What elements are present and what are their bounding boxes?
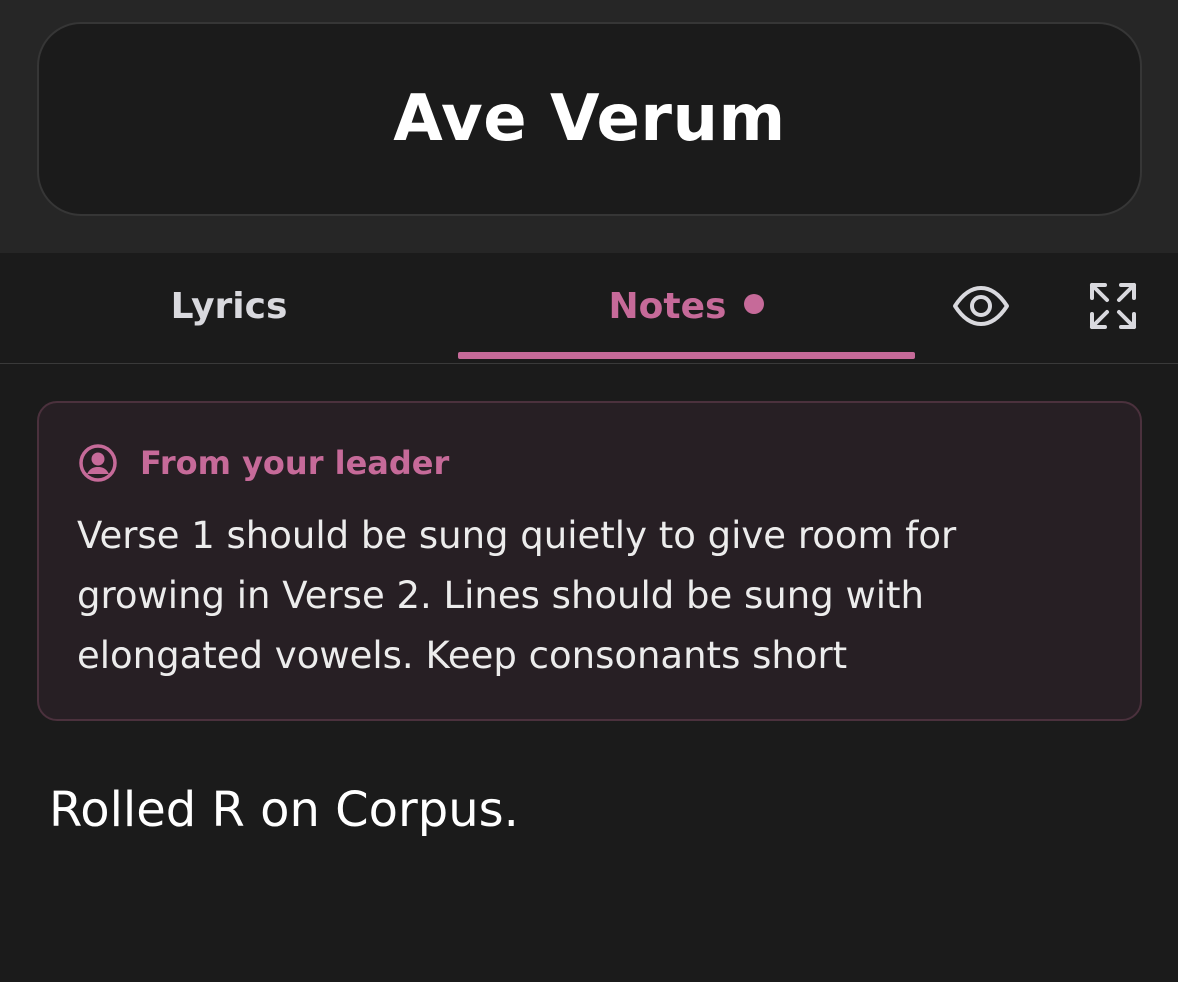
leader-note-card: From your leader Verse 1 should be sung … <box>37 401 1142 721</box>
visibility-toggle-button[interactable] <box>941 253 1021 359</box>
personal-note-text[interactable]: Rolled R on Corpus. <box>49 782 519 838</box>
tab-notes[interactable]: Notes <box>458 253 915 359</box>
song-title: Ave Verum <box>393 82 786 156</box>
leader-note-text: Verse 1 should be sung quietly to give r… <box>77 514 957 677</box>
person-circle-icon <box>78 443 118 483</box>
active-tab-underline <box>458 352 915 359</box>
song-header: Ave Verum <box>0 0 1178 253</box>
leader-note-heading: From your leader <box>140 444 450 482</box>
tab-lyrics[interactable]: Lyrics <box>0 253 458 359</box>
eye-icon <box>953 286 1009 326</box>
expand-icon <box>1090 283 1136 329</box>
leader-note-header: From your leader <box>78 443 449 483</box>
tab-lyrics-label: Lyrics <box>170 285 288 327</box>
tab-bar: Lyrics Notes <box>0 253 1178 364</box>
title-card: Ave Verum <box>37 22 1142 216</box>
tab-notes-label: Notes <box>608 285 727 327</box>
fullscreen-button[interactable] <box>1073 253 1153 359</box>
unread-dot-indicator <box>744 294 765 314</box>
